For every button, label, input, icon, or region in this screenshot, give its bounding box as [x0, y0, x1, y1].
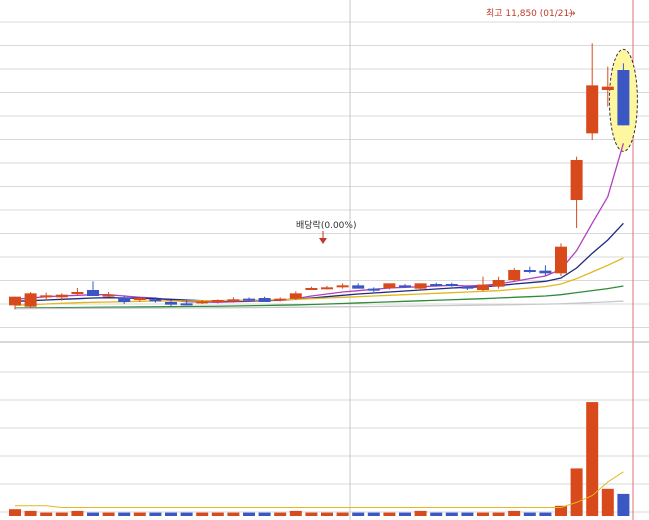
candle-body: [601, 86, 614, 90]
ma-line-2: [14, 222, 624, 302]
candle-body: [617, 70, 630, 126]
candle-body: [9, 296, 21, 306]
candle-body: [227, 299, 240, 302]
candle-body: [305, 288, 318, 290]
volume-bar: [9, 509, 21, 516]
volume-panel-grid: [0, 371, 649, 513]
candle-body: [102, 294, 115, 297]
candle-body: [211, 300, 224, 302]
volume-bar: [601, 488, 614, 516]
volume-bar: [586, 402, 599, 516]
volume-bar: [180, 512, 193, 516]
volume-bar: [87, 512, 99, 516]
candle-body: [196, 301, 209, 304]
candle-body: [477, 284, 489, 290]
candle-body: [445, 284, 458, 286]
volume-bar: [461, 512, 474, 516]
volume-bar: [211, 512, 224, 516]
high-annotation: 최고 11,850 (01/21) →: [486, 8, 576, 19]
candle-body: [274, 298, 287, 301]
candle-body: [71, 292, 84, 294]
volume-bar: [118, 512, 131, 516]
volume-bar: [539, 512, 552, 516]
stock-chart: 최고 11,850 (01/21) → 배당락(0.00%): [0, 0, 649, 520]
volume-bar: [570, 468, 583, 516]
volume-bar: [617, 493, 630, 516]
candles: [9, 43, 630, 310]
candle-body: [555, 246, 567, 274]
volume-bar: [40, 512, 53, 516]
candle-body: [180, 303, 193, 306]
volume-bar: [430, 512, 443, 516]
volume-bar: [508, 510, 521, 516]
volume-bar: [383, 512, 396, 516]
candle-body: [399, 285, 411, 288]
dividend-label: 배당락(0.00%): [296, 219, 356, 231]
volume-bar: [445, 512, 458, 516]
volume-bar: [258, 512, 271, 516]
candle-body: [149, 299, 162, 302]
volume-bar: [305, 512, 318, 516]
volume-bar: [352, 512, 365, 516]
candle-body: [289, 293, 302, 299]
volume-bar: [55, 512, 68, 516]
dividend-arrow-head: [319, 238, 327, 244]
volume-bar: [414, 510, 427, 516]
candle-body: [492, 280, 505, 287]
candle-body: [430, 284, 443, 286]
candle-body: [321, 287, 333, 290]
volume-bar: [149, 512, 162, 516]
candle-body: [55, 294, 68, 298]
volume-ma-line: [15, 471, 624, 508]
volume-bar: [243, 512, 255, 516]
volume-bar: [523, 512, 536, 516]
candle-body: [586, 85, 599, 134]
dividend-annotation: 배당락(0.00%): [296, 219, 356, 244]
candle-body: [243, 298, 255, 301]
volume-bar: [71, 510, 84, 516]
volume-bar: [289, 510, 302, 516]
candle-body: [87, 290, 99, 296]
candle-body: [133, 298, 146, 300]
candle-body: [336, 285, 349, 288]
high-label: 최고 11,850 (01/21): [486, 8, 573, 19]
volume-bar: [492, 512, 505, 516]
volume-bar: [367, 512, 380, 516]
volume-bar: [196, 512, 209, 516]
volume-bar: [133, 512, 146, 516]
candle-body: [24, 293, 37, 307]
candle-body: [40, 295, 53, 298]
volume-bar: [321, 512, 333, 516]
volume-bars: [9, 402, 630, 516]
volume-bar: [399, 512, 411, 516]
candle-body: [539, 270, 552, 274]
volume-bar: [274, 512, 287, 516]
volume-bar: [477, 512, 489, 516]
candle-body: [165, 302, 177, 305]
volume-bar: [227, 512, 240, 516]
candle-body: [414, 283, 427, 289]
volume-bar: [165, 512, 177, 516]
candle-body: [352, 285, 365, 289]
candle-body: [523, 270, 536, 272]
candle-body: [258, 298, 271, 302]
volume-bar: [336, 512, 349, 516]
candle-body: [383, 283, 396, 288]
candle-body: [118, 297, 131, 302]
candle-body: [461, 286, 474, 289]
high-arrow: →: [568, 9, 576, 19]
volume-bar: [24, 510, 37, 516]
price-panel-grid: [0, 21, 649, 328]
candle-body: [367, 288, 380, 291]
volume-bar: [102, 512, 115, 516]
candle-body: [508, 270, 521, 280]
candle-body: [570, 160, 583, 200]
